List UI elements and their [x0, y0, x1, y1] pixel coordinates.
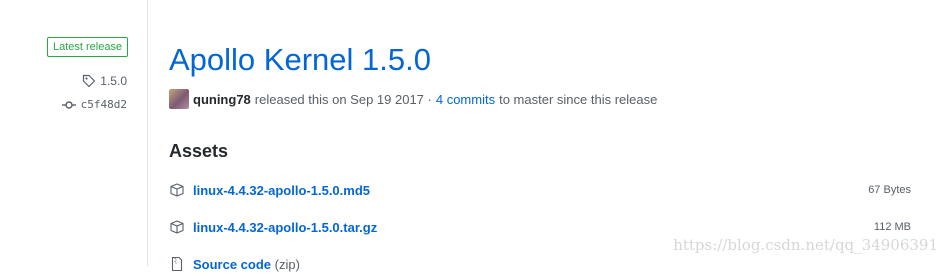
author-link[interactable]: quning78 — [193, 92, 251, 107]
commit-link[interactable]: c5f48d2 — [61, 98, 127, 111]
avatar[interactable] — [169, 89, 189, 109]
tag-link[interactable]: 1.5.0 — [82, 74, 127, 88]
asset-row: Source code (zip) — [169, 253, 911, 275]
asset-row: linux-4.4.32-apollo-1.5.0.tar.gz 112 MB — [169, 216, 911, 238]
release-sidebar: Latest release 1.5.0 c5f48d2 — [0, 0, 147, 266]
asset-size: 112 MB — [873, 221, 911, 233]
asset-row: linux-4.4.32-apollo-1.5.0.md5 67 Bytes — [169, 179, 911, 201]
asset-link[interactable]: linux-4.4.32-apollo-1.5.0.md5 — [193, 183, 370, 198]
latest-release-badge: Latest release — [47, 37, 129, 57]
asset-link[interactable]: linux-4.4.32-apollo-1.5.0.tar.gz — [193, 220, 377, 235]
sidebar-divider — [147, 0, 148, 266]
after-commits-text: to master since this release — [499, 91, 658, 107]
file-zip-icon — [169, 256, 185, 272]
source-code-link[interactable]: Source code (zip) — [193, 257, 300, 272]
package-icon — [169, 182, 185, 198]
commits-link[interactable]: 4 commits — [436, 92, 495, 107]
git-commit-icon — [61, 100, 76, 110]
watermark: https://blog.csdn.net/qq_34906391 — [673, 236, 938, 254]
tag-label: 1.5.0 — [100, 74, 127, 88]
tag-icon — [82, 74, 96, 88]
released-text: released this on Sep 19 2017 · — [254, 91, 432, 107]
assets-heading: Assets — [169, 141, 229, 161]
asset-size: 67 Bytes — [868, 184, 911, 196]
source-code-label: Source code — [193, 256, 272, 272]
commit-label: c5f48d2 — [80, 98, 127, 111]
release-meta: quning78 released this on Sep 19 2017 · … — [169, 89, 657, 109]
release-title[interactable]: Apollo Kernel 1.5.0 — [169, 42, 431, 78]
source-code-suffix: (zip) — [274, 256, 300, 272]
package-icon — [169, 219, 185, 235]
